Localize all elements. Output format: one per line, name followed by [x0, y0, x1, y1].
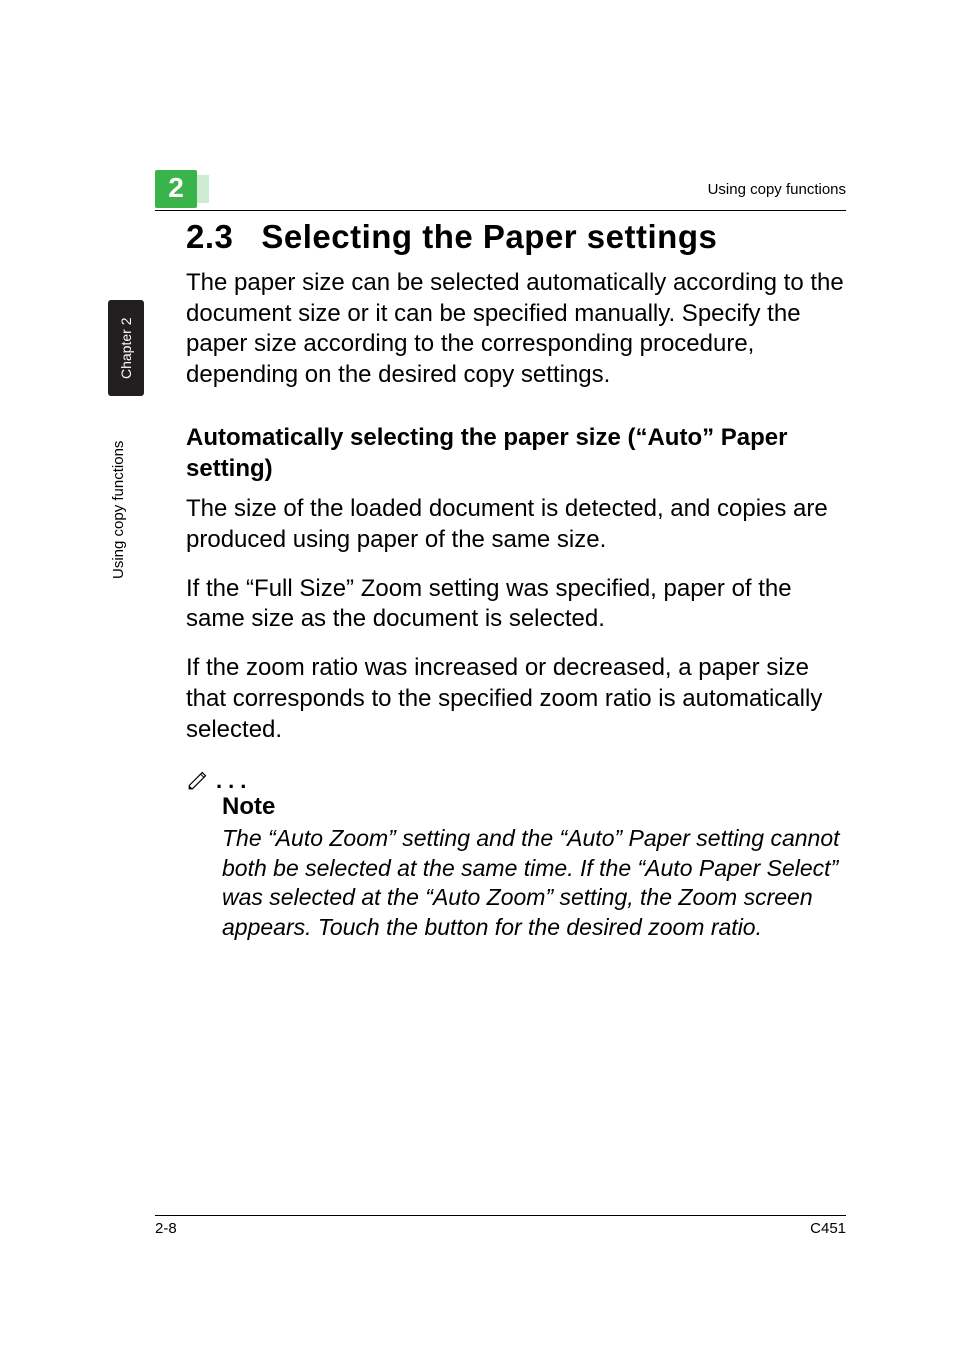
note-icon-row: ... [186, 765, 846, 793]
page-header: 2 Using copy functions [155, 170, 846, 211]
footer-page-number: 2-8 [155, 1220, 177, 1237]
subsection-paragraph-3: If the zoom ratio was increased or decre… [186, 653, 846, 745]
note-title: Note [222, 792, 846, 823]
page: 2 Using copy functions Chapter 2 Using c… [0, 0, 954, 1350]
chapter-side-tab: Chapter 2 [108, 300, 144, 396]
pencil-icon [186, 766, 212, 792]
note-body: The “Auto Zoom” setting and the “Auto” P… [222, 824, 846, 942]
section-number: 2.3 [186, 218, 233, 255]
running-head: Using copy functions [708, 181, 846, 198]
section-title-text: Selecting the Paper settings [261, 218, 717, 255]
chapter-number-badge: 2 [155, 170, 197, 208]
subsection-heading: Automatically selecting the paper size (… [186, 423, 846, 484]
note-dots: ... [216, 767, 252, 795]
body-content: The paper size can be selected automatic… [186, 268, 846, 942]
section-intro: The paper size can be selected automatic… [186, 268, 846, 391]
chapter-badge-tail [195, 175, 209, 203]
note-block: ... Note The “Auto Zoom” setting and the… [186, 765, 846, 942]
page-footer: 2-8 C451 [155, 1215, 846, 1237]
section-title: 2.3 Selecting the Paper settings [186, 218, 846, 256]
subsection-paragraph-1: The size of the loaded document is detec… [186, 494, 846, 555]
footer-model: C451 [810, 1220, 846, 1237]
side-section-label: Using copy functions [110, 420, 144, 600]
subsection-paragraph-2: If the “Full Size” Zoom setting was spec… [186, 574, 846, 635]
